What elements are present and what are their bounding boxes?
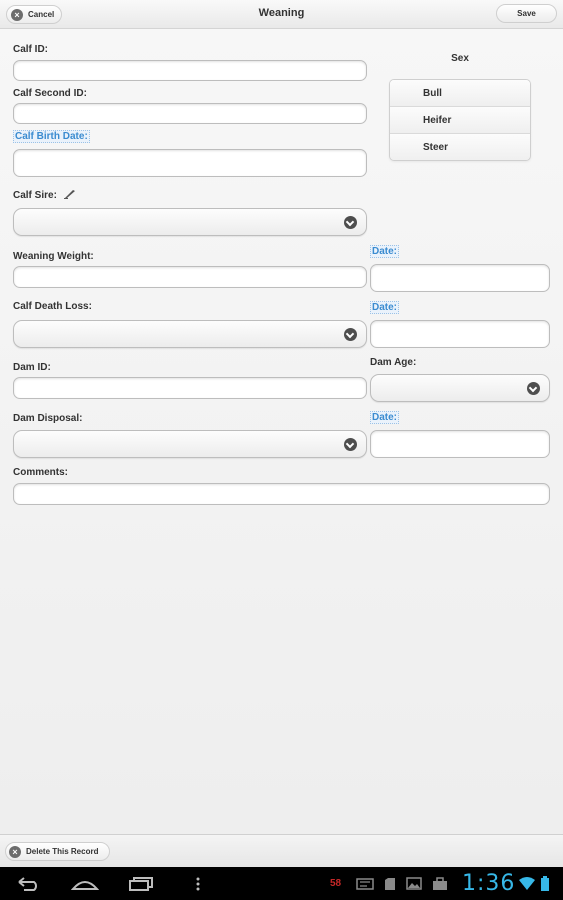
chevron-down-icon (527, 382, 540, 395)
clock: 1:36 (462, 871, 516, 896)
calf-id-label: Calf ID: (13, 44, 48, 55)
battery-badge: 58 (330, 878, 342, 889)
calf-sire-label: Calf Sire: (13, 190, 57, 201)
sex-option-steer[interactable]: Steer (390, 134, 530, 160)
battery-icon (540, 867, 550, 900)
dam-id-input[interactable] (13, 377, 367, 399)
calf-death-loss-label: Calf Death Loss: (13, 301, 92, 312)
calf-id-input[interactable] (13, 60, 367, 81)
recent-apps-icon[interactable] (128, 867, 154, 900)
comments-label: Comments: (13, 467, 69, 478)
chevron-down-icon (344, 438, 357, 451)
dam-id-label: Dam ID: (13, 362, 51, 373)
weaning-date-label[interactable]: Date: (370, 245, 400, 258)
dam-age-label: Dam Age: (370, 357, 417, 368)
menu-icon[interactable] (195, 867, 201, 900)
calf-birth-date-label[interactable]: Calf Birth Date: (13, 130, 90, 143)
chevron-down-icon (344, 216, 357, 229)
weaning-weight-label: Weaning Weight: (13, 251, 94, 262)
briefcase-icon (432, 867, 448, 900)
weaning-date-input[interactable] (370, 264, 550, 292)
dam-disposal-label: Dam Disposal: (13, 413, 83, 424)
bottom-action-bar: × Delete This Record (0, 834, 563, 867)
calf-death-loss-select[interactable] (13, 320, 367, 348)
wifi-icon (519, 867, 535, 900)
action-bar: × Cancel Weaning Save (0, 0, 563, 29)
delete-label: Delete This Record (26, 847, 99, 856)
disposal-date-input[interactable] (370, 430, 550, 458)
calf-sire-label-wrap: Calf Sire: (13, 189, 76, 201)
notification-icon (356, 867, 374, 900)
dam-age-select[interactable] (370, 374, 550, 402)
calf-sire-select[interactable] (13, 208, 367, 236)
chevron-down-icon (344, 328, 357, 341)
calf-birth-date-input[interactable] (13, 149, 367, 177)
sd-card-icon (384, 867, 396, 900)
dam-disposal-select[interactable] (13, 430, 367, 458)
calf-second-id-input[interactable] (13, 103, 367, 124)
calf-second-id-label: Calf Second ID: (13, 88, 87, 99)
sex-title: Sex (451, 53, 469, 64)
delete-record-button[interactable]: × Delete This Record (5, 842, 110, 861)
sex-options: Bull Heifer Steer (389, 79, 531, 161)
image-icon (406, 867, 422, 900)
death-loss-date-input[interactable] (370, 320, 550, 348)
save-button[interactable]: Save (496, 4, 557, 23)
sex-option-bull[interactable]: Bull (390, 80, 530, 107)
disposal-date-label[interactable]: Date: (370, 411, 400, 424)
home-icon[interactable] (71, 867, 99, 900)
weaning-weight-input[interactable] (13, 266, 367, 288)
page-title: Weaning (258, 7, 305, 19)
sex-option-heifer[interactable]: Heifer (390, 107, 530, 134)
death-loss-date-label[interactable]: Date: (370, 301, 400, 314)
pencil-icon[interactable] (63, 189, 76, 199)
system-bar: 58 1:36 (0, 867, 563, 900)
back-icon[interactable] (16, 867, 42, 900)
close-icon: × (9, 845, 21, 858)
comments-input[interactable] (13, 483, 550, 505)
